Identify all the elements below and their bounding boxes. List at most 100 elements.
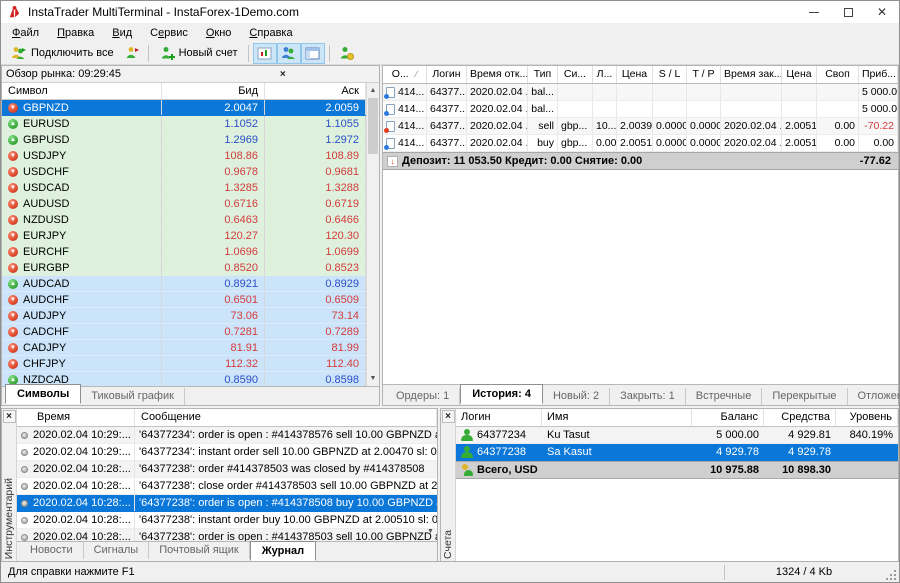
history-col-header[interactable]: Цена (617, 66, 653, 83)
history-col-header[interactable]: Время отк... (467, 66, 528, 83)
history-col-header[interactable]: Приб... (859, 66, 898, 83)
history-tab-new[interactable]: Новый: 2 (543, 388, 610, 405)
symbol-row-audusd[interactable]: ▼AUDUSD0.67160.6719 (2, 196, 366, 212)
history-col-header[interactable]: Своп (817, 66, 859, 83)
symbol-row-eurusd[interactable]: ▲EURUSD1.10521.1055 (2, 116, 366, 132)
market-watch-tab-symbols[interactable]: Символы (5, 384, 81, 404)
symbol-row-cadjpy[interactable]: ▼CADJPY81.9181.99 (2, 340, 366, 356)
account-row-64377238[interactable]: 64377238Sa Kasut4 929.784 929.78 (456, 444, 898, 461)
connect-all-button[interactable]: Подключить все (4, 43, 120, 64)
trend-down-icon: ▼ (8, 247, 18, 257)
symbol-row-nzdusd[interactable]: ▼NZDUSD0.64630.6466 (2, 212, 366, 228)
symbol-row-usdchf[interactable]: ▼USDCHF0.96780.9681 (2, 164, 366, 180)
menu-help[interactable]: Справка (240, 25, 301, 41)
menu-view[interactable]: Вид (103, 25, 141, 41)
market-watch-col-header[interactable]: Аск (265, 83, 366, 99)
menu-window[interactable]: Окно (197, 25, 241, 41)
history-tab-close[interactable]: Закрыть: 1 (610, 388, 686, 405)
symbol-row-audcad[interactable]: ▲AUDCAD0.89210.8929 (2, 276, 366, 292)
toolbox-tab-signals[interactable]: Сигналы (84, 542, 150, 559)
account-equity: 4 929.78 (764, 444, 836, 460)
toolbox-tab-mailbox[interactable]: Почтовый ящик (149, 542, 249, 559)
symbol-row-cadchf[interactable]: ▼CADCHF0.72810.7289 (2, 324, 366, 340)
history-tab-counter[interactable]: Встречные (686, 388, 763, 405)
history-col-header[interactable]: S / L (653, 66, 687, 83)
journal-message: '64377238': order #414378503 was closed … (135, 461, 437, 477)
order-row[interactable]: 414...64377...2020.02.04 ...sellgbp...10… (383, 118, 898, 135)
symbol-row-eurjpy[interactable]: ▼EURJPY120.27120.30 (2, 228, 366, 244)
scroll-down-icon[interactable]: ▼ (367, 372, 379, 385)
minimize-button[interactable] (797, 1, 831, 23)
history-col-header[interactable]: Цена (782, 66, 817, 83)
toolbar: Подключить все Новый счет (1, 42, 899, 65)
journal-row[interactable]: 2020.02.04 10:29:...'64377234': order is… (17, 427, 437, 444)
history-col-header[interactable]: Логин (427, 66, 467, 83)
menu-service[interactable]: Сервис (141, 25, 197, 41)
order-row[interactable]: 414...64377...2020.02.04 ...buygbp...0.0… (383, 135, 898, 152)
symbol-row-gbpnzd[interactable]: ▼GBPNZD2.00472.0059 (2, 100, 366, 116)
journal-row[interactable]: 2020.02.04 10:29:...'64377234': instant … (17, 444, 437, 461)
accounts-toggle[interactable] (277, 43, 301, 64)
history-col-header[interactable]: T / P (687, 66, 721, 83)
order-row[interactable]: 414...64377...2020.02.04 ...bal...5 000.… (383, 101, 898, 118)
journal-row[interactable]: 2020.02.04 10:28:...'64377238': instant … (17, 512, 437, 529)
history-col-header[interactable]: О...∕ (383, 66, 427, 83)
journal-row[interactable]: 2020.02.04 10:28:...'64377238': order is… (17, 529, 437, 541)
toolbox-tab-journal[interactable]: Журнал (250, 541, 316, 561)
scroll-down-icon[interactable]: ▼ (424, 525, 437, 538)
symbol-name: ▼CADCHF (2, 324, 162, 339)
toolbox-close-icon[interactable]: × (3, 410, 16, 423)
toolbox-tab-news[interactable]: Новости (20, 542, 84, 559)
order-cell: buy (528, 135, 558, 151)
journal-row[interactable]: 2020.02.04 10:28:...'64377238': order #4… (17, 461, 437, 478)
order-row[interactable]: 414...64377...2020.02.04 ...bal...5 000.… (383, 84, 898, 101)
history-tab-overlapped[interactable]: Перекрытые (762, 388, 847, 405)
symbol-row-chfjpy[interactable]: ▼CHFJPY112.32112.40 (2, 356, 366, 372)
symbol-name: ▼EURGBP (2, 260, 162, 275)
history-tab-history[interactable]: История: 4 (460, 384, 543, 404)
history-col-header[interactable]: Си... (558, 66, 593, 83)
order-cell: 0.0000 (653, 135, 687, 151)
symbol-row-usdcad[interactable]: ▼USDCAD1.32851.3288 (2, 180, 366, 196)
account-settings-button[interactable] (334, 43, 358, 64)
statusbar: Для справки нажмите F1 1324 / 4 Kb (1, 561, 899, 582)
symbol-row-gbpusd[interactable]: ▲GBPUSD1.29691.2972 (2, 132, 366, 148)
symbol-row-audjpy[interactable]: ▼AUDJPY73.0673.14 (2, 308, 366, 324)
account-row-64377234[interactable]: 64377234Ku Tasut5 000.004 929.81840.19% (456, 427, 898, 444)
order-cell: 64377... (427, 118, 467, 134)
journal-scrollbar[interactable]: ▲ ▼ (424, 427, 437, 541)
journal-time: 2020.02.04 10:29:... (17, 444, 135, 460)
market-watch-col-header[interactable]: Бид (162, 83, 265, 99)
scroll-up-icon[interactable]: ▲ (367, 84, 379, 97)
symbol-row-eurchf[interactable]: ▼EURCHF1.06961.0699 (2, 244, 366, 260)
history-rows: 414...64377...2020.02.04 ...bal...5 000.… (383, 84, 898, 152)
symbol-row-audchf[interactable]: ▼AUDCHF0.65010.6509 (2, 292, 366, 308)
history-col-header[interactable]: Л... (593, 66, 617, 83)
menu-file[interactable]: Файл (3, 25, 48, 41)
new-account-button[interactable]: Новый счет (153, 43, 244, 64)
market-watch-close-icon[interactable]: × (191, 69, 376, 80)
market-watch-scrollbar[interactable]: ▲ ▼ (366, 83, 379, 386)
history-tab-pending[interactable]: Отложенный: 1 (848, 388, 900, 405)
market-watch-tab-tick-chart[interactable]: Тиковый график (81, 388, 185, 405)
journal-row[interactable]: 2020.02.04 10:28:...'64377238': order is… (17, 495, 437, 512)
scrollbar-thumb[interactable] (368, 98, 378, 154)
journal-row[interactable]: 2020.02.04 10:28:...'64377238': close or… (17, 478, 437, 495)
symbol-row-usdjpy[interactable]: ▼USDJPY108.86108.89 (2, 148, 366, 164)
history-tab-orders[interactable]: Ордеры: 1 (386, 388, 460, 405)
accounts-close-icon[interactable]: × (442, 410, 455, 423)
maximize-button[interactable] (831, 1, 865, 23)
resize-grip-icon[interactable] (883, 562, 899, 583)
market-watch-toggle[interactable] (253, 43, 277, 64)
accounts-col-header: Логин (456, 409, 542, 426)
menu-edit[interactable]: Правка (48, 25, 103, 41)
toolbox-toggle[interactable] (301, 43, 325, 64)
bid-value: 112.32 (162, 356, 265, 371)
symbol-row-eurgbp[interactable]: ▼EURGBP0.85200.8523 (2, 260, 366, 276)
close-button[interactable]: ✕ (865, 1, 899, 23)
history-col-header[interactable]: Время зак... (721, 66, 782, 83)
history-col-header[interactable]: Тип (528, 66, 558, 83)
accounts-total-row: Всего, USD 10 975.88 10 898.30 (456, 461, 898, 479)
disconnect-all-button[interactable] (120, 43, 144, 64)
market-watch-col-header[interactable]: Символ (2, 83, 162, 99)
